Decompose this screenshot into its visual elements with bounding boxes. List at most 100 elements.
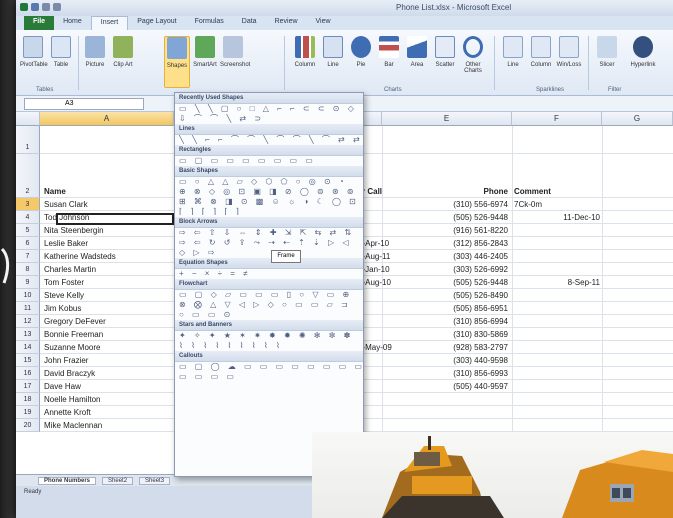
header-phone[interactable]: Phone — [420, 187, 508, 196]
f-cell[interactable]: 8-Sep-11 — [536, 278, 600, 287]
shape-icon-row[interactable]: ▭ ▢ ◇ ▱ ▭ ▭ ▭ ▯ ○ ▽ ▭ ⊕ — [175, 290, 363, 300]
column-header-f[interactable]: F — [512, 112, 602, 126]
active-cell[interactable] — [56, 213, 174, 225]
tab-view[interactable]: View — [307, 16, 340, 30]
other-charts-button[interactable]: Other Charts — [460, 36, 486, 74]
name-cell[interactable]: Tom Foster — [44, 278, 172, 287]
slicer-button[interactable]: Slicer — [594, 36, 620, 68]
phone-cell[interactable]: (303) 446-2405 — [412, 252, 508, 261]
shape-icon-row[interactable]: ⇩ ⌒ ⌒ ╲ ⇄ ⊃ — [175, 114, 363, 124]
row-header[interactable]: 14 — [16, 341, 40, 354]
shape-icon-row[interactable]: ▭ ╲ ╲ ▢ ○ □ △ ⌐ ⌐ ⊂ ⊂ ⊙ ◇ — [175, 104, 363, 114]
shape-icon-row[interactable]: ✦ ✧ ✦ ★ ✶ ✷ ✸ ✹ ✺ ✻ ✼ ✽ — [175, 331, 363, 341]
sparkline-line-button[interactable]: Line — [500, 36, 526, 68]
phone-cell[interactable]: (505) 440-9597 — [412, 382, 508, 391]
tab-formulas[interactable]: Formulas — [186, 16, 233, 30]
scatter-chart-button[interactable]: Scatter — [432, 36, 458, 68]
phone-cell[interactable]: (310) 556-6974 — [412, 200, 508, 209]
row-header[interactable]: 13 — [16, 328, 40, 341]
clip-art-button[interactable]: Clip Art — [110, 36, 136, 68]
name-cell[interactable]: David Braczyk — [44, 369, 172, 378]
row-header[interactable]: 11 — [16, 302, 40, 315]
select-all-corner[interactable] — [16, 112, 40, 126]
sheet-tab-sheet3[interactable]: Sheet3 — [139, 476, 171, 485]
header-comment[interactable]: Comment — [514, 187, 594, 196]
name-cell[interactable]: Annette Kroft — [44, 408, 172, 417]
column-header-g[interactable]: G — [602, 112, 673, 126]
name-cell[interactable]: Susan Clark — [44, 200, 172, 209]
row-header[interactable]: 4 — [16, 211, 40, 224]
phone-cell[interactable]: (505) 856-6951 — [412, 304, 508, 313]
shape-icon-row[interactable]: ⊗ ⨂ △ ▽ ◁ ▷ ◇ ○ ▭ ▭ ▱ ⊐ — [175, 300, 363, 310]
name-box[interactable]: A3 — [24, 98, 144, 110]
sparkline-column-button[interactable]: Column — [528, 36, 554, 68]
sheet-tab-sheet2[interactable]: Sheet2 — [102, 476, 134, 485]
shape-icon-row[interactable]: ◇ ▷ ⇨ — [175, 248, 363, 258]
hyperlink-button[interactable]: Hyperlink — [630, 36, 656, 68]
name-cell[interactable]: Suzanne Moore — [44, 343, 172, 352]
pie-chart-button[interactable]: Pie — [348, 36, 374, 68]
phone-cell[interactable]: (310) 856-6993 — [412, 369, 508, 378]
row-header[interactable]: 19 — [16, 406, 40, 419]
smartart-button[interactable]: SmartArt — [192, 36, 218, 68]
column-header-e[interactable]: E — [382, 112, 512, 126]
phone-cell[interactable]: (303) 440-9598 — [412, 356, 508, 365]
tab-home[interactable]: Home — [54, 16, 91, 30]
header-date[interactable]: r Call — [362, 187, 402, 196]
row-header[interactable]: 3 — [16, 198, 40, 211]
row-header[interactable]: 7 — [16, 250, 40, 263]
row-header[interactable]: 15 — [16, 354, 40, 367]
shape-icon-row[interactable]: ⇨ ⇦ ↻ ↺ ⇪ ⤳ ⇢ ⇠ ⇡ ⇣ ▷ ◁ — [175, 238, 363, 248]
shape-icon-row[interactable]: ╲ ╲ ⌐ ⌐ ⌒ ⌒ ╲ ⌒ ⌒ ╲ ⌒ ⇄ ⇄ ⊙ — [175, 135, 363, 145]
column-header-a[interactable]: A — [40, 112, 174, 126]
name-cell[interactable]: Dave Haw — [44, 382, 172, 391]
shape-icon-row[interactable]: ⇨ ⇦ ⇧ ⇩ ⇔ ⇕ ✚ ⇲ ⇱ ⇆ ⇄ ⇅ — [175, 228, 363, 238]
phone-cell[interactable]: (303) 526-6992 — [412, 265, 508, 274]
phone-cell[interactable]: (928) 583-2797 — [412, 343, 508, 352]
tab-page-layout[interactable]: Page Layout — [128, 16, 185, 30]
sheet-tab-phone-numbers[interactable]: Phone Numbers — [38, 476, 97, 485]
phone-cell[interactable]: (310) 856-6994 — [412, 317, 508, 326]
row-header[interactable]: 8 — [16, 263, 40, 276]
f-cell[interactable]: 11-Dec-10 — [536, 213, 600, 222]
row-header[interactable]: 1 — [16, 126, 40, 154]
row-header[interactable]: 10 — [16, 289, 40, 302]
tab-review[interactable]: Review — [266, 16, 307, 30]
redo-icon[interactable] — [53, 3, 61, 11]
row-header[interactable]: 16 — [16, 367, 40, 380]
name-cell[interactable]: Bonnie Freeman — [44, 330, 172, 339]
table-button[interactable]: Table — [48, 36, 74, 68]
name-cell[interactable]: Mike Maclennan — [44, 421, 172, 430]
screenshot-button[interactable]: Screenshot — [220, 36, 250, 68]
row-header[interactable]: 18 — [16, 393, 40, 406]
name-cell[interactable]: Jim Kobus — [44, 304, 172, 313]
pivottable-button[interactable]: PivotTable — [20, 36, 48, 68]
shape-icon-row[interactable]: ▭ ▢ ◯ ☁ ▭ ▭ ▭ ▭ ▭ ▭ ▭ ▭ — [175, 362, 363, 372]
phone-cell[interactable]: (505) 526-8490 — [412, 291, 508, 300]
phone-cell[interactable]: (916) 561-8220 — [412, 226, 508, 235]
line-chart-button[interactable]: Line — [320, 36, 346, 68]
undo-icon[interactable] — [42, 3, 50, 11]
name-cell[interactable]: Steve Kelly — [44, 291, 172, 300]
excel-logo-icon[interactable] — [20, 3, 28, 11]
column-chart-button[interactable]: Column — [292, 36, 318, 68]
name-cell[interactable]: John Frazier — [44, 356, 172, 365]
shape-icon-row[interactable]: ⌇ ⌇ ⌇ ⌇ ⌇ ⌇ ⌇ ⌇ ⌇ — [175, 341, 363, 351]
shape-icon-row[interactable]: ⊞ ⌘ ⊗ ◨ ⊙ ▩ ☺ ☼ ◑ ☾ ◯ ⊡ — [175, 197, 363, 207]
name-cell[interactable]: Leslie Baker — [44, 239, 172, 248]
tab-data[interactable]: Data — [233, 16, 266, 30]
row-header[interactable]: 6 — [16, 237, 40, 250]
comment-cell[interactable]: 7Ck-0m — [514, 200, 574, 209]
phone-cell[interactable]: (312) 856-2843 — [412, 239, 508, 248]
name-cell[interactable]: Gregory DeFever — [44, 317, 172, 326]
area-chart-button[interactable]: Area — [404, 36, 430, 68]
shape-icon-row[interactable]: ⊕ ⊗ ◇ ◎ ⊡ ▣ ◨ ⊘ ◯ ⊜ ⊛ ⊚ — [175, 187, 363, 197]
shape-icon-row[interactable]: ▭ ▢ ▭ ▭ ▭ ▭ ▭ ▭ ▭ — [175, 156, 363, 166]
row-header[interactable]: 12 — [16, 315, 40, 328]
shape-icon-row[interactable]: + − × ÷ = ≠ — [175, 269, 363, 279]
row-header[interactable]: 5 — [16, 224, 40, 237]
shapes-button[interactable]: Shapes — [164, 36, 190, 88]
tab-insert[interactable]: Insert — [90, 16, 129, 30]
phone-cell[interactable]: (505) 526-9448 — [412, 213, 508, 222]
shape-icon-row[interactable]: ○ ▭ ▭ ⊙ — [175, 310, 363, 320]
